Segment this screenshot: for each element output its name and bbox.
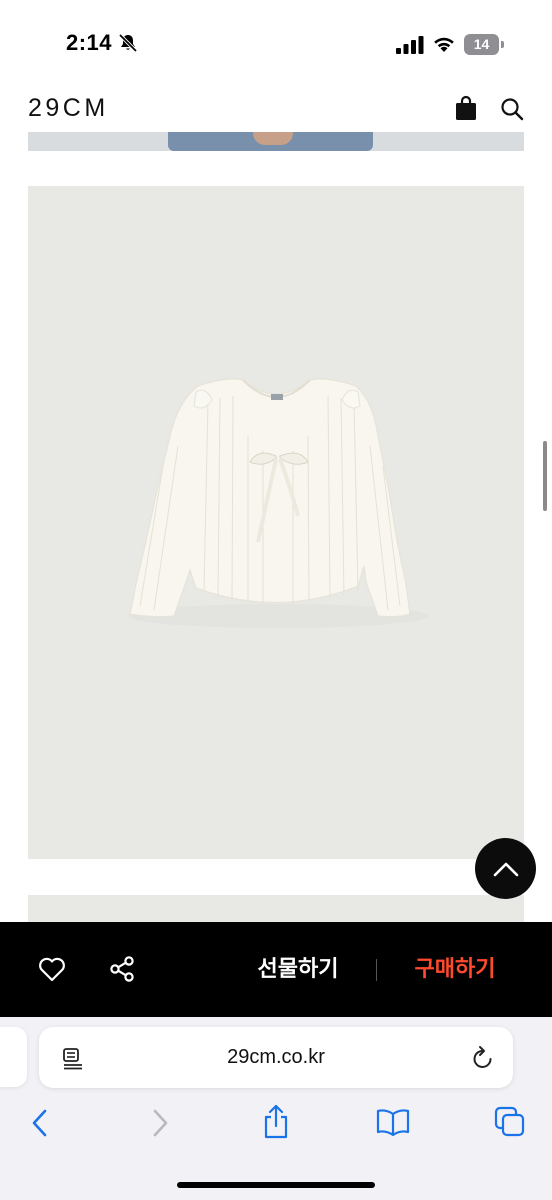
hand-fragment — [253, 132, 293, 145]
battery-icon: 14 — [464, 34, 504, 55]
tabs-icon[interactable] — [494, 1106, 526, 1138]
scroll-indicator[interactable] — [543, 441, 547, 511]
address-bar[interactable]: 29cm.co.kr — [39, 1027, 513, 1088]
status-time: 2:14 — [66, 30, 113, 55]
cellular-signal-icon — [396, 36, 424, 54]
back-icon[interactable] — [28, 1108, 52, 1138]
buy-button[interactable]: 구매하기 — [398, 954, 512, 986]
reader-icon[interactable] — [61, 1046, 85, 1070]
battery-level: 14 — [464, 34, 499, 55]
status-bar: 2:14 14 — [0, 0, 552, 80]
gift-button[interactable]: 선물하기 — [238, 954, 358, 986]
scroll-to-top-button[interactable] — [475, 838, 536, 899]
search-icon[interactable] — [500, 97, 524, 121]
product-image[interactable] — [28, 186, 524, 859]
browser-toolbar: 29cm.co.kr — [0, 1017, 552, 1200]
reload-icon[interactable] — [471, 1045, 495, 1071]
battery-tip — [501, 41, 504, 48]
home-indicator — [177, 1182, 375, 1188]
blouse-illustration — [128, 378, 428, 628]
bookmarks-icon[interactable] — [376, 1108, 410, 1136]
shopping-bag-icon[interactable] — [454, 95, 478, 121]
site-logo[interactable]: 29CM — [28, 94, 109, 123]
heart-icon[interactable] — [38, 956, 66, 982]
page: 2:14 14 29CM 선물하기 구매하기 29cm.co.kr — [0, 0, 552, 1200]
previous-product-image — [28, 132, 524, 151]
wifi-icon — [434, 37, 454, 52]
share-icon[interactable] — [108, 955, 136, 983]
previous-tab-peek[interactable] — [0, 1027, 27, 1087]
next-product-image — [28, 895, 524, 925]
url-text[interactable]: 29cm.co.kr — [159, 1027, 393, 1088]
action-divider — [376, 959, 377, 981]
bell-slash-icon — [118, 33, 138, 53]
chevron-up-icon — [493, 862, 518, 876]
forward-icon[interactable] — [148, 1108, 172, 1138]
share-icon[interactable] — [262, 1104, 290, 1140]
site-header: 29CM — [0, 80, 552, 136]
product-action-bar: 선물하기 구매하기 — [0, 922, 552, 1017]
